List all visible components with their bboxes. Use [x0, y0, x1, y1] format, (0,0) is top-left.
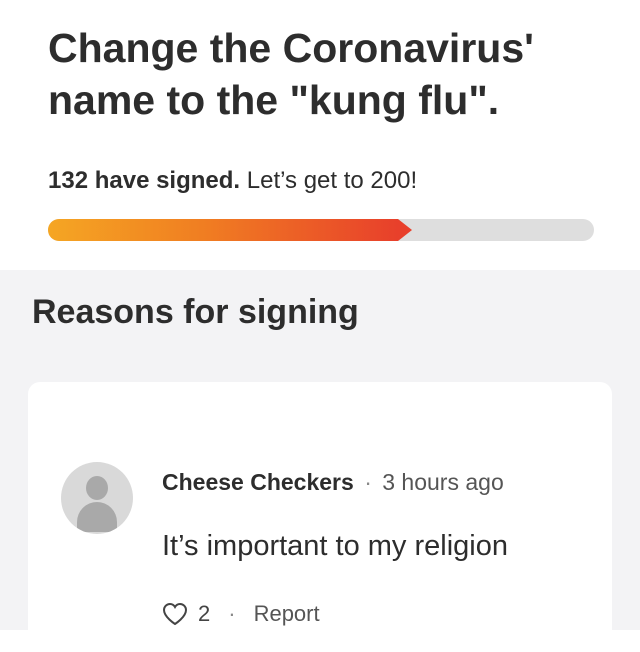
reasons-title: Reasons for signing: [32, 293, 359, 331]
avatar-head-shape: [86, 476, 108, 500]
petition-title-line-1: Change the Coronavirus': [48, 25, 534, 71]
comment-meta: Cheese Checkers · 3 hours ago: [162, 468, 504, 496]
heart-outline-icon: [162, 602, 188, 626]
signature-goal: Let’s get to 200!: [246, 167, 418, 194]
comment-text: It’s important to my religion: [162, 530, 508, 562]
comment-actions: 2 · Report: [162, 600, 320, 628]
reasons-section: Reasons for signing Cheese Checkers · 3 …: [0, 270, 640, 652]
comment-author[interactable]: Cheese Checkers: [162, 469, 354, 495]
avatar-body-shape: [77, 502, 117, 532]
comment-card: Cheese Checkers · 3 hours ago It’s impor…: [28, 382, 612, 652]
signature-progress-tip: [398, 219, 413, 241]
comment-timestamp: 3 hours ago: [382, 469, 504, 495]
signature-progress-fill: [48, 219, 399, 241]
avatar[interactable]: [61, 462, 133, 534]
signature-progress-bar: [48, 219, 594, 241]
actions-separator: ·: [228, 601, 236, 626]
petition-title: Change the Coronavirus' name to the "kun…: [48, 22, 608, 126]
like-count: 2: [198, 601, 211, 626]
petition-title-line-2: name to the "kung flu".: [48, 77, 500, 123]
report-link[interactable]: Report: [254, 600, 320, 628]
signature-count: 132 have signed.: [48, 167, 241, 194]
like-button[interactable]: 2: [162, 600, 210, 628]
meta-separator: ·: [364, 469, 372, 495]
petition-header: Change the Coronavirus' name to the "kun…: [0, 0, 640, 270]
signature-status: 132 have signed. Let’s get to 200!: [48, 166, 417, 196]
